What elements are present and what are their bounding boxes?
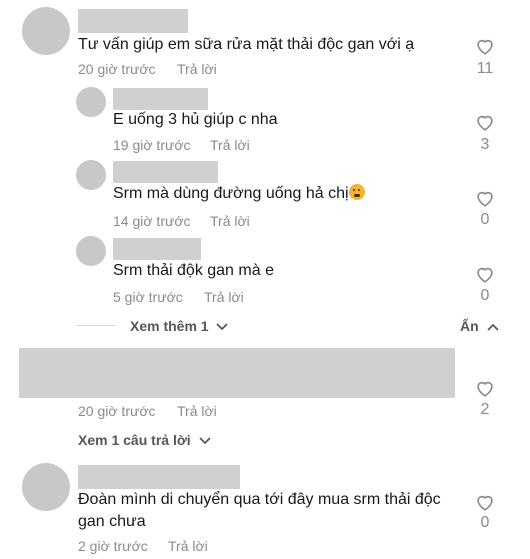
divider (76, 325, 116, 326)
like-button[interactable] (473, 187, 497, 209)
comment-timestamp: 20 giờ trước (78, 61, 156, 77)
hide-replies-button[interactable]: Ẩn (460, 318, 499, 334)
redacted-username (113, 88, 208, 110)
avatar[interactable] (22, 7, 70, 55)
comment-timestamp: 20 giờ trước (78, 403, 156, 419)
comment-text: Srm mà dùng đường uống hả chị (113, 183, 365, 205)
heart-outline-icon (477, 495, 493, 511)
view-replies-label: Xem 1 câu trả lời (78, 432, 191, 448)
redacted-username (78, 9, 188, 33)
see-more-replies-button[interactable]: Xem thêm 1 (130, 318, 228, 334)
comment-timestamp: 2 giờ trước (78, 538, 148, 554)
avatar[interactable] (22, 463, 70, 511)
comment-text: E uống 3 hủ giúp c nha (113, 111, 278, 128)
reply-button[interactable]: Trả lời (168, 538, 208, 554)
comment-timestamp: 19 giờ trước (113, 137, 191, 153)
comment-timestamp: 14 giờ trước (113, 213, 191, 229)
reply-button[interactable]: Trả lời (177, 403, 217, 419)
comment-text-body: Srm mà dùng đường uống hả chị (113, 185, 349, 202)
like-button[interactable] (473, 377, 497, 399)
like-button[interactable] (473, 35, 497, 57)
like-button[interactable] (473, 111, 497, 133)
see-more-label: Xem thêm 1 (130, 318, 209, 334)
hide-label: Ẩn (460, 318, 479, 334)
like-count: 2 (480, 401, 490, 418)
reply-button[interactable]: Trả lời (210, 213, 250, 229)
comment-text: Srm thải độk gan mà e (113, 262, 274, 279)
like-count: 0 (480, 211, 490, 228)
reply-button[interactable]: Trả lời (210, 137, 250, 153)
like-count: 0 (480, 514, 490, 531)
view-replies-button[interactable]: Xem 1 câu trả lời (78, 432, 211, 448)
avatar[interactable] (76, 236, 106, 266)
like-button[interactable] (473, 491, 497, 513)
flushed-face-emoji (348, 184, 365, 200)
chevron-down-icon (217, 323, 228, 331)
redacted-username (113, 238, 201, 260)
like-count: 11 (476, 60, 494, 77)
redacted-username (113, 161, 218, 183)
chevron-down-icon (199, 437, 210, 445)
heart-outline-icon (477, 381, 493, 397)
comment-timestamp: 5 giờ trước (113, 289, 183, 305)
heart-outline-icon (477, 39, 493, 55)
comment-text: Tư vấn giúp em sữa rửa mặt thải độc gan … (78, 36, 415, 53)
heart-outline-icon (477, 267, 493, 283)
like-count: 3 (480, 136, 490, 153)
like-button[interactable] (473, 263, 497, 285)
reply-button[interactable]: Trả lời (177, 61, 217, 77)
avatar[interactable] (76, 160, 106, 190)
heart-outline-icon (477, 115, 493, 131)
avatar[interactable] (76, 87, 106, 117)
like-count: 0 (480, 287, 490, 304)
chevron-up-icon (487, 324, 498, 331)
redacted-comment-block (19, 348, 455, 398)
reply-button[interactable]: Trả lời (204, 289, 244, 305)
comment-text: Đoàn mình di chuyển qua tới đây mua srm … (78, 491, 441, 530)
heart-outline-icon (477, 191, 493, 207)
redacted-username (78, 465, 240, 489)
